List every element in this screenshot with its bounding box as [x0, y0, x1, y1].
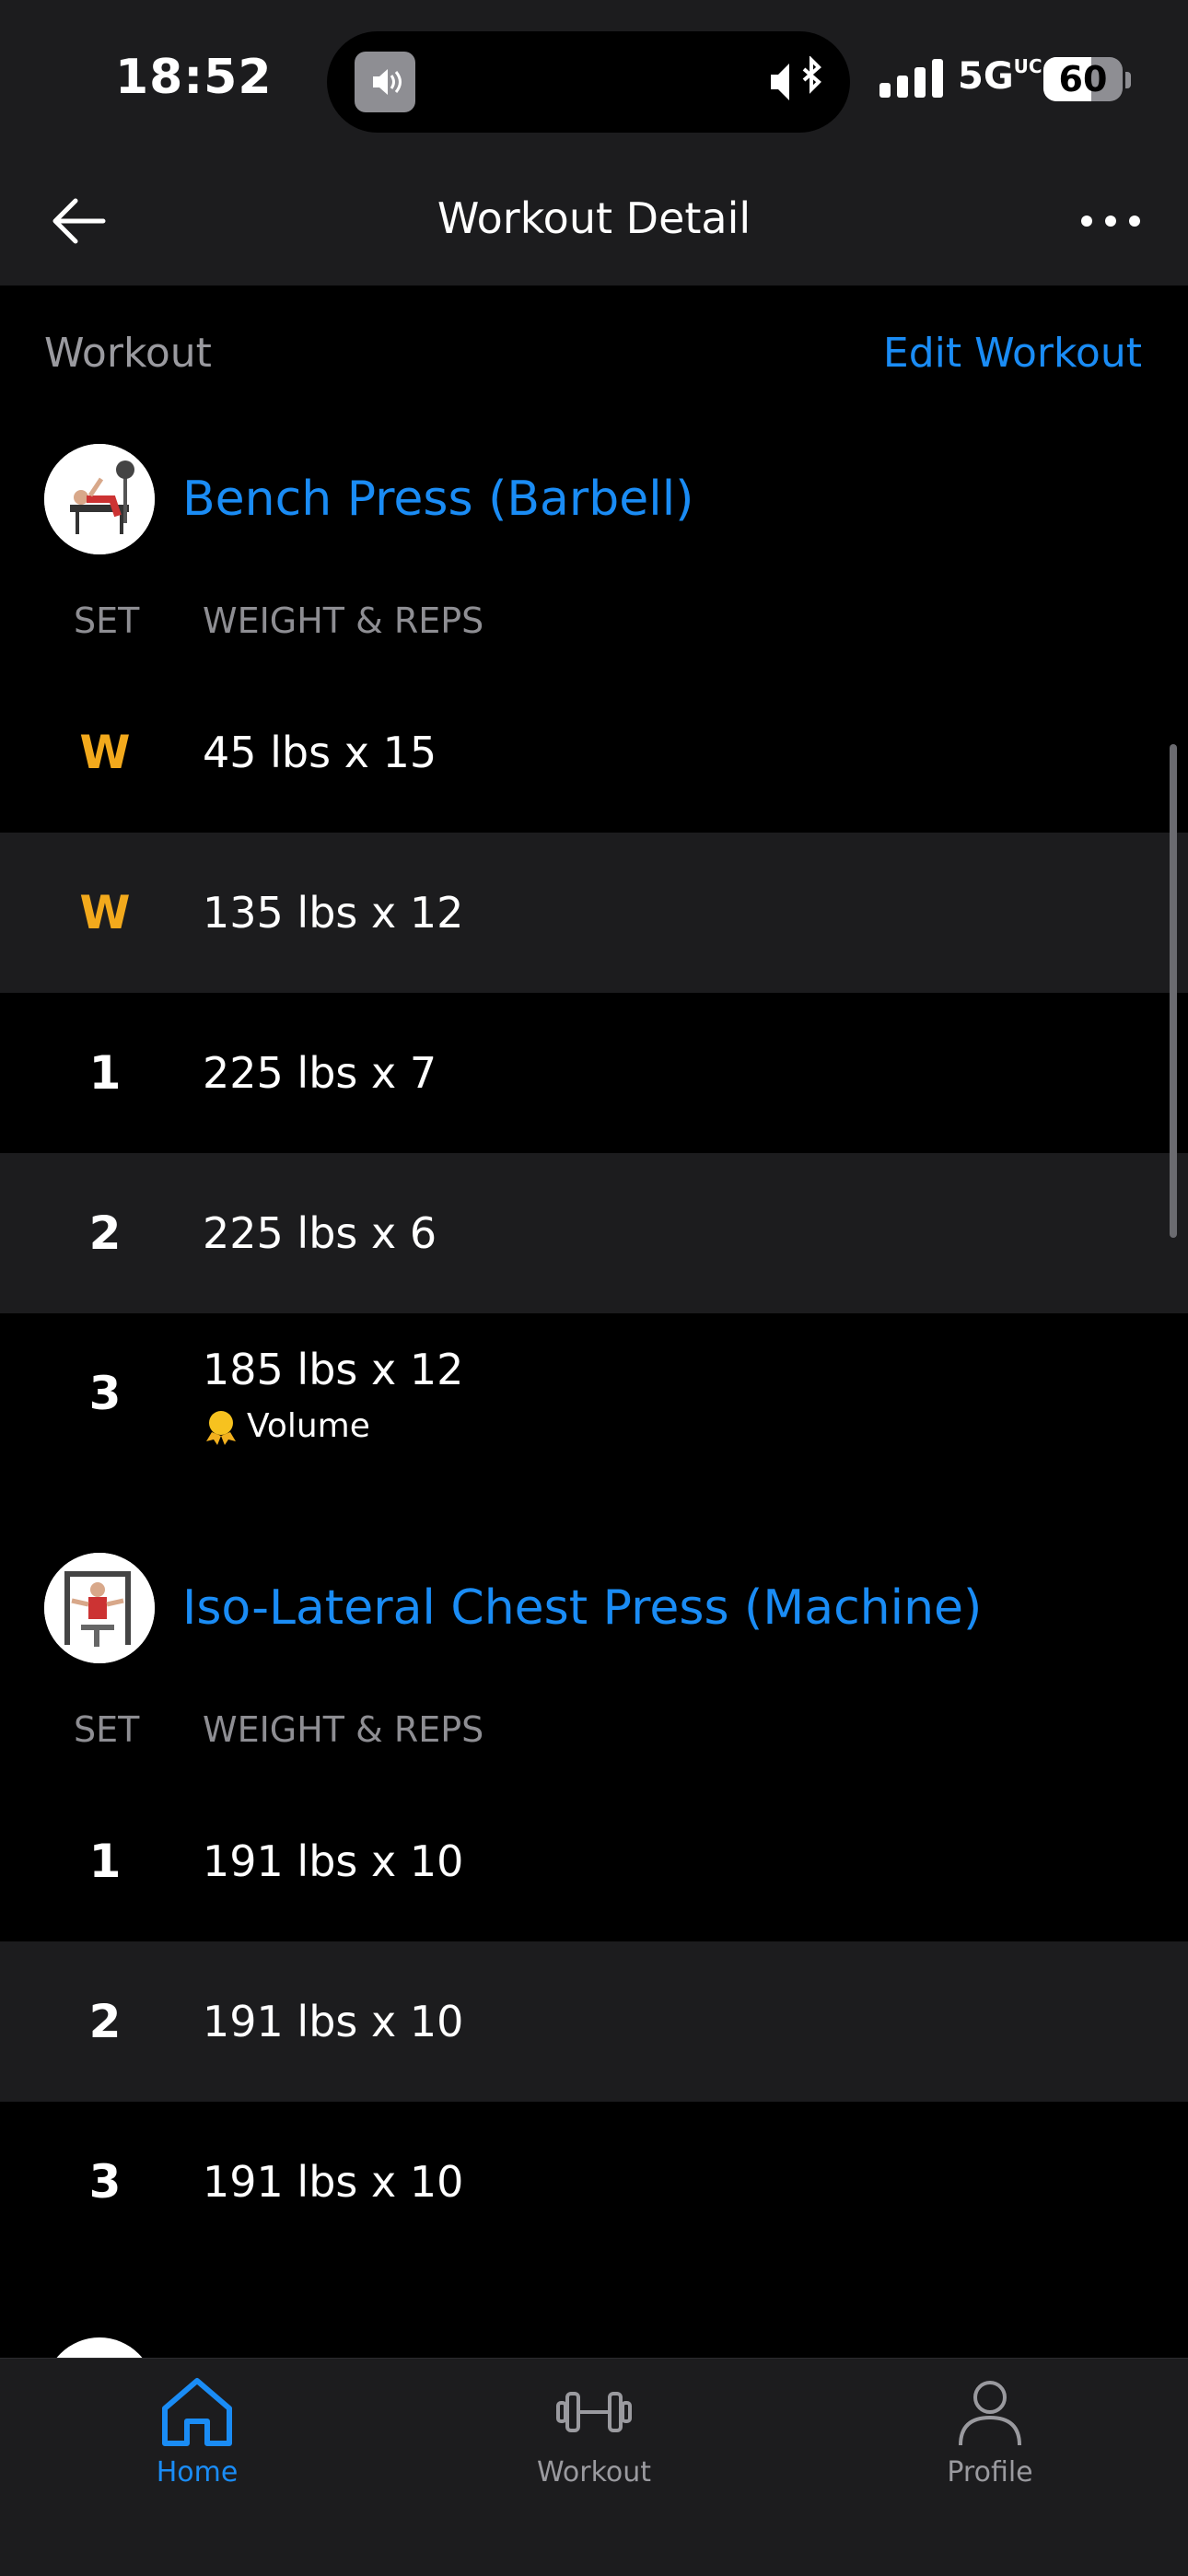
cellular-signal-icon — [879, 57, 944, 101]
exercise-title[interactable]: Bench Press (Barbell) — [182, 472, 693, 527]
nav-bar: Workout Detail — [0, 157, 1188, 286]
set-indicator: 1 — [88, 1046, 122, 1100]
battery-percent: 60 — [1058, 59, 1108, 99]
dynamic-island — [327, 31, 850, 133]
bench-press-thumbnail — [44, 444, 155, 554]
col-weight-reps-label: WEIGHT & REPS — [203, 1709, 484, 1750]
section-label: Workout — [44, 330, 212, 377]
more-options-button[interactable] — [1076, 193, 1149, 249]
weight-reps: 135 lbs x 12 — [203, 888, 464, 938]
home-icon — [162, 2378, 232, 2446]
set-indicator: W — [79, 886, 131, 939]
set-indicator: 3 — [88, 1367, 122, 1420]
col-set-label: SET — [74, 1709, 140, 1750]
exercise-title[interactable]: Iso-Lateral Chest Press (Machine) — [182, 1580, 982, 1636]
weight-reps: 191 lbs x 10 — [203, 2157, 464, 2207]
set-row: 2 191 lbs x 10 — [0, 1941, 1188, 2102]
record-label: Volume — [247, 1407, 370, 1445]
set-row: 1 225 lbs x 7 — [0, 993, 1188, 1153]
column-headers: SET WEIGHT & REPS — [0, 1671, 1188, 1781]
tab-label: Home — [156, 2456, 239, 2489]
set-row: 1 191 lbs x 10 — [0, 1781, 1188, 1941]
status-time: 18:52 — [115, 50, 273, 105]
set-indicator: 3 — [88, 2155, 122, 2209]
set-indicator: 1 — [88, 1835, 122, 1888]
page-title: Workout Detail — [437, 193, 751, 243]
set-row: 3 191 lbs x 10 — [0, 2102, 1188, 2262]
workout-content[interactable]: Workout Edit Workout Bench Press (Barbel… — [0, 286, 1188, 2358]
exercise-card: Bench Press (Barbell) SET WEIGHT & REPS … — [0, 424, 1188, 1474]
exercise-header[interactable]: Bench Press (Barbell) — [0, 424, 1188, 562]
tab-home[interactable]: Home — [77, 2375, 317, 2489]
set-row: W 135 lbs x 12 — [0, 833, 1188, 993]
col-weight-reps-label: WEIGHT & REPS — [203, 600, 484, 641]
edit-workout-button[interactable]: Edit Workout — [883, 330, 1142, 377]
battery-icon: 60 — [1043, 57, 1123, 101]
dumbbell-icon — [556, 2392, 632, 2432]
tab-label: Workout — [536, 2456, 652, 2489]
exercise-card: Iso-Lateral Chest Press (Machine) SET WE… — [0, 1533, 1188, 2262]
set-row: W 45 lbs x 15 — [0, 672, 1188, 833]
set-indicator: 2 — [88, 1995, 122, 2048]
weight-reps: 185 lbs x 12 — [203, 1345, 464, 1394]
weight-reps: 191 lbs x 10 — [203, 1997, 464, 2046]
weight-reps: 225 lbs x 7 — [203, 1048, 437, 1098]
bluetooth-audio-icon — [767, 56, 826, 108]
profile-icon — [959, 2381, 1021, 2446]
tab-label: Profile — [947, 2456, 1033, 2489]
col-set-label: SET — [74, 600, 140, 641]
column-headers: SET WEIGHT & REPS — [0, 562, 1188, 672]
network-type: 5GUC — [958, 55, 1042, 98]
medal-icon — [206, 1410, 236, 1445]
speaker-icon — [355, 52, 415, 112]
ellipsis-icon — [1081, 216, 1140, 227]
set-indicator: 2 — [88, 1206, 122, 1260]
weight-reps: 191 lbs x 10 — [203, 1836, 464, 1886]
set-indicator: W — [79, 726, 131, 779]
weight-reps: 45 lbs x 15 — [203, 728, 437, 777]
section-header: Workout Edit Workout — [0, 330, 1188, 385]
personal-record-badge: Volume — [203, 1407, 370, 1445]
chest-press-machine-thumbnail — [44, 1553, 155, 1663]
tab-workout[interactable]: Workout — [474, 2375, 714, 2489]
exercise-header[interactable]: Iso-Lateral Chest Press (Machine) — [0, 1533, 1188, 1671]
tab-bar: Home Workout Profile — [0, 2358, 1188, 2576]
status-bar: 18:52 5GUC 60 — [0, 0, 1188, 157]
scrollbar[interactable] — [1170, 744, 1177, 1238]
set-row: 2 225 lbs x 6 — [0, 1153, 1188, 1313]
tab-profile[interactable]: Profile — [870, 2375, 1110, 2489]
next-exercise-thumbnail — [44, 2337, 155, 2358]
weight-reps: 225 lbs x 6 — [203, 1208, 437, 1258]
battery-tip — [1125, 72, 1131, 88]
set-row: 3 185 lbs x 12 Volume — [0, 1313, 1188, 1474]
